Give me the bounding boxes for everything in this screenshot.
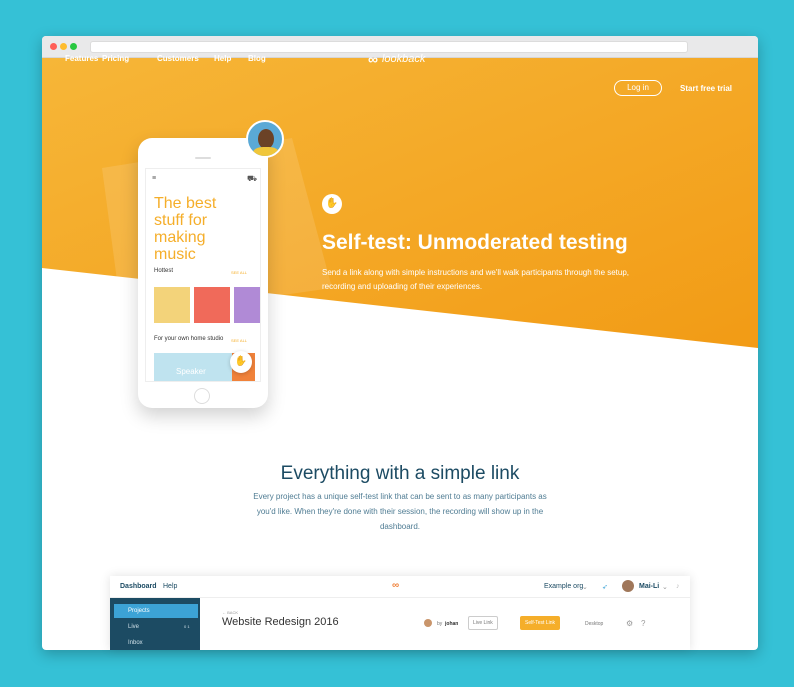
self-test-badge-icon: ✋ bbox=[230, 351, 252, 373]
phone-section-hottest: Hottest bbox=[154, 268, 174, 274]
help-icon[interactable]: ? bbox=[641, 619, 645, 628]
sidebar-item-label: Inbox bbox=[128, 640, 143, 646]
rocket-icon[interactable]: ➶ bbox=[602, 583, 608, 591]
sidebar-item-inbox[interactable]: Inbox bbox=[114, 636, 198, 650]
infinity-icon: ∞ bbox=[368, 51, 378, 67]
infinity-icon: ∞ bbox=[392, 580, 400, 591]
section-description: Every project has a unique self-test lin… bbox=[253, 492, 547, 531]
hamburger-icon: ≡ bbox=[152, 175, 157, 182]
live-count: 0 1 bbox=[184, 624, 190, 629]
see-all-link[interactable]: SEE ALL bbox=[231, 338, 247, 343]
live-link-button[interactable]: Live Link bbox=[468, 616, 498, 630]
close-dot[interactable] bbox=[50, 43, 57, 50]
sidebar-item-label: Live bbox=[128, 624, 140, 630]
phone-screen: ≡ ⛟ The best stuff for making music Hott… bbox=[145, 168, 261, 382]
dashboard-sidebar: Projects Live 0 1 Inbox bbox=[110, 598, 200, 650]
cart-icon: ⛟ bbox=[247, 174, 258, 183]
sidebar-item-live[interactable]: Live 0 1 bbox=[114, 620, 198, 634]
hero-description: Send a link along with simple instructio… bbox=[322, 268, 630, 291]
tab-dashboard[interactable]: Dashboard bbox=[120, 583, 157, 590]
owner-avatar bbox=[424, 619, 432, 627]
sidebar-item-label: Projects bbox=[128, 608, 150, 614]
product-tile[interactable] bbox=[154, 287, 190, 323]
phone-section-studio: For your own home studio bbox=[154, 336, 224, 342]
speaker-card[interactable]: Speaker bbox=[154, 353, 232, 381]
sidebar-item-projects[interactable]: Projects bbox=[114, 604, 198, 618]
chevron-down-icon: ⌄ bbox=[582, 584, 588, 591]
org-selector[interactable]: Example org bbox=[544, 583, 583, 590]
by-label: by bbox=[437, 621, 443, 627]
nav-pricing[interactable]: Pricing bbox=[102, 54, 129, 63]
product-tile[interactable] bbox=[234, 287, 260, 323]
avatar bbox=[246, 120, 284, 158]
logo-text: lookback bbox=[381, 53, 426, 65]
back-link[interactable]: ← BACK bbox=[222, 610, 238, 615]
nav-help[interactable]: Help bbox=[214, 54, 231, 63]
avatar-face bbox=[258, 129, 274, 149]
maximize-dot[interactable] bbox=[70, 43, 77, 50]
login-button[interactable]: Log in bbox=[614, 80, 662, 96]
section-title: Everything with a simple link bbox=[280, 463, 520, 484]
minimize-dot[interactable] bbox=[60, 43, 67, 50]
phone-speaker bbox=[195, 157, 211, 159]
user-name[interactable]: Mai-Li bbox=[639, 583, 659, 590]
user-avatar bbox=[622, 580, 634, 592]
hero-title: Self-test: Unmoderated testing bbox=[322, 231, 628, 254]
owner-name: johan bbox=[445, 621, 459, 627]
dashboard-preview: Dashboard Help ∞ Example org ⌄ ➶ Mai-Li … bbox=[110, 576, 690, 650]
bell-icon[interactable]: ♪ bbox=[676, 583, 680, 590]
nav-customers[interactable]: Customers bbox=[157, 54, 199, 63]
see-all-link[interactable]: SEE ALL bbox=[231, 270, 247, 275]
start-trial-link[interactable]: Start free trial bbox=[680, 84, 732, 93]
logo[interactable]: ∞ lookback bbox=[368, 51, 425, 67]
chevron-down-icon: ⌄ bbox=[662, 584, 668, 591]
dashboard-topbar: Dashboard Help ∞ Example org ⌄ ➶ Mai-Li … bbox=[110, 576, 690, 598]
desktop-button[interactable]: Desktop bbox=[585, 621, 603, 627]
tab-help[interactable]: Help bbox=[163, 583, 177, 590]
gear-icon[interactable]: ⚙ bbox=[626, 619, 633, 628]
nav-features[interactable]: Features bbox=[65, 54, 98, 63]
hand-icon: ✋ bbox=[322, 194, 342, 214]
nav-blog[interactable]: Blog bbox=[248, 54, 266, 63]
phone-home-button bbox=[194, 388, 210, 404]
phone-headline: The best stuff for making music bbox=[154, 195, 217, 263]
self-test-link-button[interactable]: Self-Test Link bbox=[520, 616, 561, 630]
project-title: Website Redesign 2016 bbox=[222, 616, 339, 628]
product-tile[interactable] bbox=[194, 287, 230, 323]
